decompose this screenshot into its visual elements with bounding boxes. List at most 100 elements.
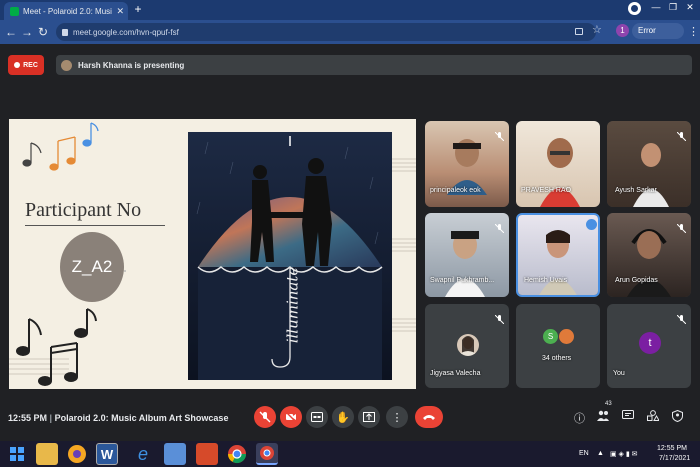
- activities-icon[interactable]: [647, 410, 660, 424]
- presenter-text: Harsh Khanna is presenting: [78, 60, 185, 70]
- mic-muted-icon: [494, 220, 505, 234]
- captions-button[interactable]: [306, 406, 328, 428]
- participant-tile[interactable]: Swapnil Pukhramb...: [425, 213, 509, 297]
- chat-icon[interactable]: [622, 410, 634, 424]
- word-icon[interactable]: W: [96, 443, 118, 465]
- participant-name: You: [613, 370, 625, 377]
- slide-heading: Participant No: [25, 199, 142, 221]
- participant-video-icon: [627, 229, 671, 297]
- presenter-banner: Harsh Khanna is presenting: [56, 55, 692, 75]
- self-tile[interactable]: t You: [607, 304, 691, 388]
- poster-title: illuminate: [283, 266, 301, 344]
- new-tab-button[interactable]: +: [132, 3, 144, 16]
- participant-tile[interactable]: Arun Gopidas: [607, 213, 691, 297]
- hand-icon: ✋: [336, 411, 350, 424]
- mic-muted-icon: [676, 128, 687, 142]
- mic-muted-icon: [676, 311, 687, 325]
- tray-icons[interactable]: ▣ ◈ ▮ ✉: [610, 450, 638, 458]
- participant-tile[interactable]: PRAVESH RAO: [516, 121, 600, 207]
- participant-tile[interactable]: Jigyasa Valecha: [425, 304, 509, 388]
- browser-menu-icon[interactable]: ⋮: [688, 25, 699, 38]
- chrome-icon[interactable]: [226, 443, 248, 465]
- url-text: meet.google.com/hvn-qpuf-fsf: [73, 27, 179, 37]
- leave-call-button[interactable]: [415, 406, 443, 428]
- participant-name: Jigyasa Valecha: [430, 370, 481, 377]
- browser-icon[interactable]: [66, 443, 88, 465]
- others-avatar-photo: [559, 329, 574, 344]
- file-explorer-icon[interactable]: [36, 443, 58, 465]
- clock-time[interactable]: 12:55 PM: [657, 445, 687, 452]
- participant-tile[interactable]: Ayush Sarkar: [607, 121, 691, 207]
- raise-hand-button[interactable]: ✋: [332, 406, 354, 428]
- mic-muted-icon: [494, 128, 505, 142]
- meeting-details-icon[interactable]: ⓘ: [574, 410, 585, 426]
- participant-name: Hemish Uvais: [524, 277, 568, 284]
- participant-name: Arun Gopidas: [615, 277, 658, 284]
- participant-video-icon: [539, 230, 577, 295]
- end-call-icon: [423, 415, 435, 420]
- participant-name: PRAVESH RAO: [521, 187, 572, 194]
- back-arrow-icon[interactable]: ←: [4, 25, 18, 39]
- others-count: 34 others: [542, 355, 572, 362]
- participant-video-icon: [447, 139, 487, 195]
- participant-video-icon: [633, 143, 669, 207]
- browser-toolbar: ← → ↻ meet.google.com/hvn-qpuf-fsf ☆ 1 E…: [0, 20, 700, 44]
- more-vert-icon: ⋮: [391, 411, 403, 424]
- host-controls-icon[interactable]: [672, 409, 683, 425]
- window-close-button[interactable]: ✕: [682, 2, 698, 13]
- documents-icon[interactable]: [164, 443, 186, 465]
- present-button[interactable]: [358, 406, 380, 428]
- people-icon[interactable]: [597, 410, 609, 424]
- participant-name: principaleok eok: [430, 187, 481, 194]
- meeting-title: Polaroid 2.0: Music Album Art Showcase: [54, 413, 229, 423]
- speaking-indicator-icon: [586, 219, 597, 230]
- captions-icon: [311, 412, 323, 422]
- participant-video-icon: [540, 138, 580, 207]
- windows-start-icon[interactable]: [6, 443, 28, 465]
- others-avatar: S: [543, 329, 558, 344]
- reload-icon[interactable]: ↻: [36, 25, 50, 39]
- maximize-button[interactable]: ❐: [665, 2, 681, 13]
- meet-favicon-icon: [10, 6, 19, 16]
- rec-label: REC: [23, 61, 38, 69]
- mic-off-icon: [259, 411, 271, 423]
- present-screen-icon: [363, 412, 375, 422]
- poster-text-wrapper: illuminate: [282, 240, 302, 370]
- camera-indicator-icon[interactable]: [575, 28, 583, 35]
- meeting-info: 12:55 PM | Polaroid 2.0: Music Album Art…: [8, 413, 229, 423]
- profile-avatar[interactable]: 1: [616, 24, 629, 37]
- clock-date[interactable]: 7/17/2021: [659, 455, 690, 462]
- meeting-time: 12:55 PM: [8, 413, 48, 423]
- forward-arrow-icon[interactable]: →: [20, 25, 34, 39]
- others-tile[interactable]: S 34 others: [516, 304, 600, 388]
- bookmark-star-icon[interactable]: ☆: [592, 23, 602, 36]
- internet-explorer-icon[interactable]: e: [132, 443, 154, 465]
- tray-expand-icon[interactable]: ▲: [597, 450, 604, 457]
- microphone-toggle-button[interactable]: [254, 406, 276, 428]
- address-bar[interactable]: meet.google.com/hvn-qpuf-fsf: [56, 23, 596, 41]
- people-count-badge: 43: [605, 401, 612, 407]
- error-button[interactable]: Error: [632, 23, 684, 39]
- chrome-active-window[interactable]: [256, 443, 278, 465]
- heading-underline: [25, 225, 165, 226]
- mic-muted-icon: [676, 220, 687, 234]
- recording-indicator[interactable]: REC: [8, 55, 44, 75]
- media-player-icon[interactable]: [196, 443, 218, 465]
- participant-tile-speaking[interactable]: Hemish Uvais: [516, 213, 600, 297]
- participant-code-badge: Z_A2: [60, 232, 124, 302]
- participant-tile[interactable]: principaleok eok: [425, 121, 509, 207]
- browser-tab[interactable]: Meet - Polaroid 2.0: Music A ✕: [4, 2, 128, 20]
- tab-search-icon[interactable]: [628, 2, 641, 15]
- mic-muted-icon: [494, 311, 505, 325]
- participant-name: Swapnil Pukhramb...: [430, 277, 495, 284]
- camera-toggle-button[interactable]: [280, 406, 302, 428]
- more-options-button[interactable]: ⋮: [386, 406, 408, 428]
- participant-name: Ayush Sarkar: [615, 187, 657, 194]
- self-avatar: t: [639, 332, 661, 354]
- participant-avatar: [457, 334, 479, 356]
- tab-close-button[interactable]: ✕: [116, 6, 124, 17]
- lock-icon: [62, 28, 68, 36]
- language-indicator[interactable]: EN: [579, 450, 589, 457]
- tab-title: Meet - Polaroid 2.0: Music A: [23, 6, 112, 16]
- minimize-button[interactable]: —: [648, 2, 664, 12]
